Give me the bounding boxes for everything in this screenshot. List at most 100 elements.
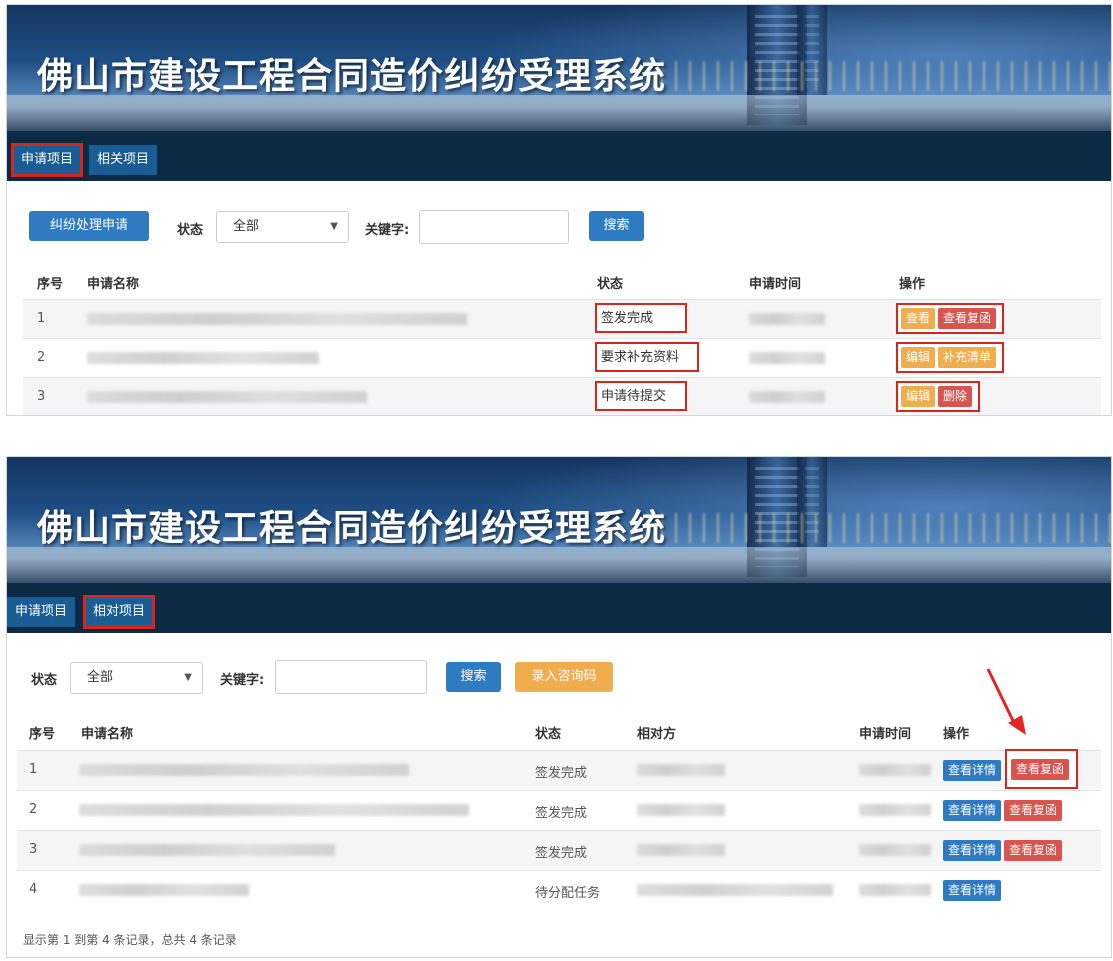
view-details-button[interactable]: 查看详情	[943, 840, 1002, 861]
keyword-input[interactable]	[275, 660, 427, 694]
status-cell: 要求补充资料	[595, 342, 699, 372]
redacted-name	[79, 764, 409, 776]
redacted-name	[79, 844, 335, 856]
edit-button[interactable]: 编辑	[901, 347, 936, 368]
search-button[interactable]: 搜索	[589, 211, 644, 241]
redacted-time	[749, 313, 825, 325]
col-header-time: 申请时间	[749, 277, 802, 292]
enter-consult-code-button[interactable]: 录入咨询码	[515, 662, 613, 692]
row-actions: 查看详情	[943, 760, 1004, 781]
redacted-name	[79, 804, 469, 816]
edit-button[interactable]: 编辑	[901, 386, 936, 407]
table-row: 3 签发完成 查看详情 查看复函	[17, 830, 1101, 869]
col-header-no: 序号	[29, 727, 56, 742]
tab-related-projects[interactable]: 相关项目	[89, 145, 158, 175]
red-arrow-annotation	[986, 668, 1026, 735]
status-cell: 待分配任务	[535, 886, 601, 901]
header-banner: 佛山市建设工程合同造价纠纷受理系统	[7, 5, 1111, 131]
status-filter-label: 状态	[177, 223, 204, 238]
redacted-name	[79, 884, 249, 896]
col-header-actions: 操作	[943, 727, 970, 742]
pagination-summary: 显示第 1 到第 4 条记录，总共 4 条记录	[23, 933, 237, 947]
row-number: 2	[37, 350, 46, 365]
redacted-time	[749, 391, 825, 403]
view-details-button[interactable]: 查看详情	[943, 800, 1002, 821]
redacted-counterparty	[637, 844, 725, 856]
header-banner: 佛山市建设工程合同造价纠纷受理系统	[7, 457, 1111, 583]
status-filter-label: 状态	[31, 673, 58, 688]
redacted-time	[859, 804, 931, 816]
redacted-counterparty	[637, 884, 833, 896]
view-reply-button[interactable]: 查看复函	[1004, 800, 1063, 821]
row-number: 4	[29, 882, 38, 897]
redacted-time	[859, 764, 931, 776]
keyword-label: 关键字:	[365, 223, 410, 238]
nav-bar: 申请项目 相关项目	[7, 131, 1111, 181]
view-reply-button[interactable]: 查看复函	[1004, 840, 1063, 861]
status-cell: 签发完成	[595, 303, 687, 333]
status-cell: 签发完成	[535, 806, 588, 821]
view-button[interactable]: 查看	[901, 308, 936, 329]
table-row: 1 签发完成 查看详情 查看复函	[17, 749, 1101, 789]
chevron-down-icon: ▼	[330, 221, 338, 232]
search-button[interactable]: 搜索	[446, 662, 501, 692]
status-select-value: 全部	[87, 670, 114, 685]
row-number: 3	[37, 389, 46, 404]
view-details-button[interactable]: 查看详情	[943, 880, 1002, 901]
row-number: 1	[29, 762, 38, 777]
redacted-counterparty	[637, 764, 725, 776]
tab-apply-projects[interactable]: 申请项目	[7, 597, 76, 627]
row-number: 1	[37, 311, 46, 326]
tab-apply-projects[interactable]: 申请项目	[10, 143, 84, 177]
row-actions: 编辑 补充清单	[896, 342, 1005, 373]
redacted-time	[749, 352, 825, 364]
redacted-time	[859, 884, 931, 896]
tab-counterparty-projects[interactable]: 相对项目	[82, 595, 156, 629]
screenshot-panel-related: 佛山市建设工程合同造价纠纷受理系统 申请项目 相对项目 状态 全部 ▼ 关键字:…	[6, 456, 1112, 958]
status-cell: 申请待提交	[595, 381, 687, 411]
chevron-down-icon: ▼	[184, 672, 192, 683]
row-actions: 查看详情 查看复函	[943, 840, 1065, 861]
col-header-name: 申请名称	[81, 727, 134, 742]
dispute-apply-button[interactable]: 纠纷处理申请	[29, 211, 149, 241]
row-actions: 查看详情	[943, 880, 1004, 901]
status-select-value: 全部	[233, 219, 260, 234]
keyword-label: 关键字:	[220, 673, 265, 688]
status-cell: 签发完成	[535, 766, 588, 781]
redacted-counterparty	[637, 804, 725, 816]
table-row: 4 待分配任务 查看详情	[17, 870, 1101, 909]
table-row: 2 签发完成 查看详情 查看复函	[17, 790, 1101, 829]
view-details-button[interactable]: 查看详情	[943, 760, 1002, 781]
delete-button[interactable]: 删除	[938, 386, 973, 407]
row-actions: 编辑 删除	[896, 381, 981, 412]
view-reply-button[interactable]: 查看复函	[938, 308, 997, 329]
status-select[interactable]: 全部 ▼	[70, 662, 203, 694]
col-header-actions: 操作	[899, 277, 926, 292]
row-actions: 查看详情 查看复函	[943, 800, 1065, 821]
redacted-name	[87, 313, 467, 325]
row-actions-highlighted: 查看复函	[1005, 749, 1079, 789]
view-reply-button[interactable]: 查看复函	[1011, 759, 1070, 780]
redacted-time	[859, 844, 931, 856]
table-row: 1 签发完成 查看 查看复函	[23, 299, 1101, 338]
table-row: 3 申请待提交 编辑 删除	[23, 377, 1101, 415]
row-number: 3	[29, 842, 38, 857]
redacted-name	[87, 352, 319, 364]
redacted-name	[87, 391, 367, 403]
row-number: 2	[29, 802, 38, 817]
screenshot-panel-apply: 佛山市建设工程合同造价纠纷受理系统 申请项目 相关项目 纠纷处理申请 状态 全部…	[6, 4, 1112, 416]
nav-bar: 申请项目 相对项目	[7, 583, 1111, 633]
status-select[interactable]: 全部 ▼	[216, 211, 349, 243]
col-header-status: 状态	[597, 277, 624, 292]
table-row: 2 要求补充资料 编辑 补充清单	[23, 338, 1101, 377]
col-header-name: 申请名称	[87, 277, 140, 292]
app-title: 佛山市建设工程合同造价纠纷受理系统	[37, 56, 667, 97]
app-title: 佛山市建设工程合同造价纠纷受理系统	[37, 508, 667, 549]
col-header-counterparty: 相对方	[637, 727, 677, 742]
col-header-no: 序号	[37, 277, 64, 292]
col-header-time: 申请时间	[859, 727, 912, 742]
supplement-list-button[interactable]: 补充清单	[938, 347, 997, 368]
keyword-input[interactable]	[419, 210, 569, 244]
status-cell: 签发完成	[535, 846, 588, 861]
col-header-status: 状态	[535, 727, 562, 742]
